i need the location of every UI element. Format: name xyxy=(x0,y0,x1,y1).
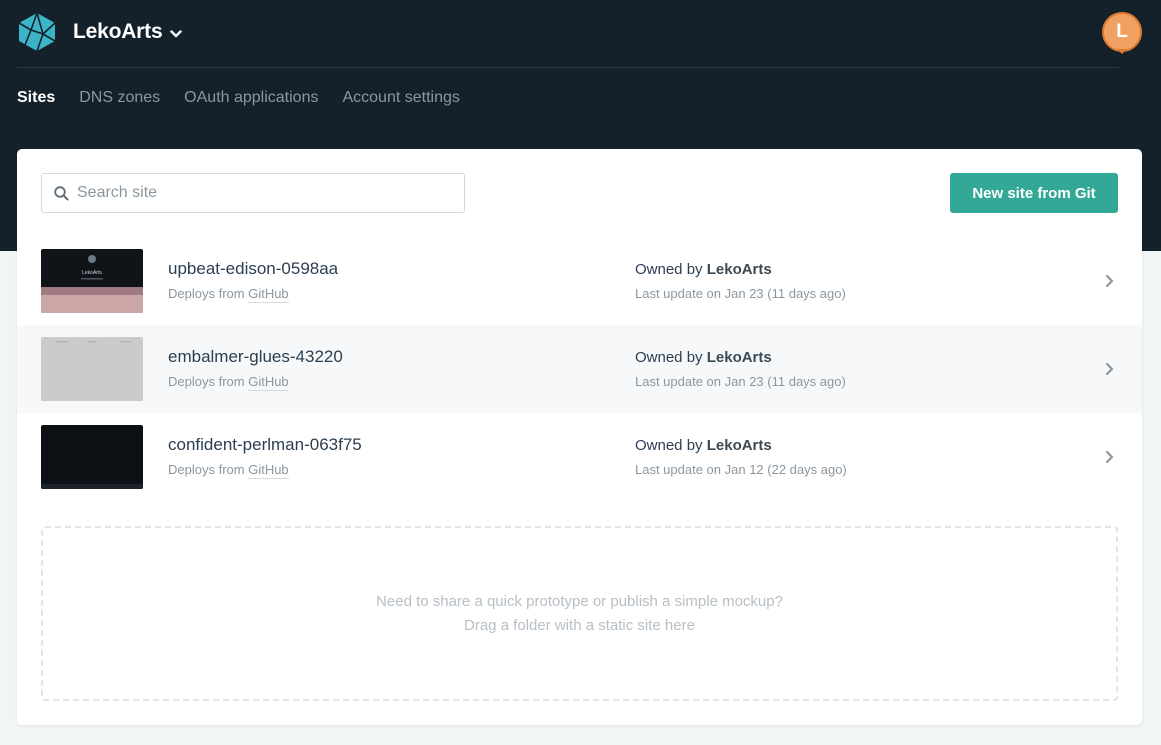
owner-info: Owned by LekoArts xyxy=(635,349,772,366)
last-update: Last update on Jan 23 (11 days ago) xyxy=(635,286,846,301)
deploy-source-link[interactable]: GitHub xyxy=(248,462,289,479)
last-update: Last update on Jan 12 (22 days ago) xyxy=(635,462,847,477)
owner-name: LekoArts xyxy=(706,437,772,454)
site-thumbnail xyxy=(41,425,143,489)
deploy-source-link[interactable]: GitHub xyxy=(248,286,289,303)
site-row[interactable]: embalmer-glues-43220 Deploys from GitHub… xyxy=(17,325,1142,413)
chevron-right-icon xyxy=(1105,274,1114,288)
chevron-right-icon xyxy=(1105,450,1114,464)
site-name[interactable]: confident-perlman-063f75 xyxy=(168,435,362,455)
site-name[interactable]: embalmer-glues-43220 xyxy=(168,347,343,367)
team-name[interactable]: LekoArts xyxy=(73,20,163,44)
deploy-prefix: Deploys from xyxy=(168,286,245,301)
new-site-from-git-button[interactable]: New site from Git xyxy=(950,173,1118,213)
sites-card: New site from Git LekoArts upbeat-edison… xyxy=(17,149,1142,725)
nav-item-oauth-applications[interactable]: OAuth applications xyxy=(184,87,318,109)
owner-prefix: Owned by xyxy=(635,349,703,366)
nav-item-dns-zones[interactable]: DNS zones xyxy=(79,87,160,109)
last-update: Last update on Jan 23 (11 days ago) xyxy=(635,374,846,389)
deploy-prefix: Deploys from xyxy=(168,462,245,477)
chevron-right-icon xyxy=(1105,362,1114,376)
site-row[interactable]: LekoArts upbeat-edison-0598aa Deploys fr… xyxy=(17,237,1142,325)
netlify-logo-icon xyxy=(18,12,56,52)
owner-info: Owned by LekoArts xyxy=(635,261,772,278)
search-icon xyxy=(54,186,69,201)
header-divider xyxy=(17,67,1119,68)
thumbnail-title: LekoArts xyxy=(82,270,102,276)
deploy-prefix: Deploys from xyxy=(168,374,245,389)
team-switcher[interactable]: LekoArts xyxy=(17,12,183,52)
site-name[interactable]: upbeat-edison-0598aa xyxy=(168,259,338,279)
avatar-pointer xyxy=(1117,49,1127,54)
site-thumbnail: LekoArts xyxy=(41,249,143,313)
deploy-source-link[interactable]: GitHub xyxy=(248,374,289,391)
owner-name: LekoArts xyxy=(706,261,772,278)
search-input[interactable] xyxy=(77,174,457,212)
deploy-info: Deploys from GitHub xyxy=(168,286,289,303)
drop-zone-line-1: Need to share a quick prototype or publi… xyxy=(376,592,783,610)
owner-prefix: Owned by xyxy=(635,261,703,278)
drop-zone[interactable]: Need to share a quick prototype or publi… xyxy=(41,526,1118,701)
owner-prefix: Owned by xyxy=(635,437,703,454)
search-box[interactable] xyxy=(41,173,465,213)
site-thumbnail xyxy=(41,337,143,401)
avatar-initial: L xyxy=(1116,21,1128,42)
nav-item-sites[interactable]: Sites xyxy=(17,87,55,109)
user-avatar[interactable]: L xyxy=(1102,12,1142,52)
owner-info: Owned by LekoArts xyxy=(635,437,772,454)
owner-name: LekoArts xyxy=(706,349,772,366)
nav-item-account-settings[interactable]: Account settings xyxy=(342,87,459,109)
chevron-down-icon[interactable] xyxy=(170,29,183,38)
drop-zone-line-2: Drag a folder with a static site here xyxy=(464,616,695,634)
main-nav: Sites DNS zones OAuth applications Accou… xyxy=(17,87,460,109)
site-row[interactable]: confident-perlman-063f75 Deploys from Gi… xyxy=(17,413,1142,501)
deploy-info: Deploys from GitHub xyxy=(168,462,289,479)
deploy-info: Deploys from GitHub xyxy=(168,374,289,391)
